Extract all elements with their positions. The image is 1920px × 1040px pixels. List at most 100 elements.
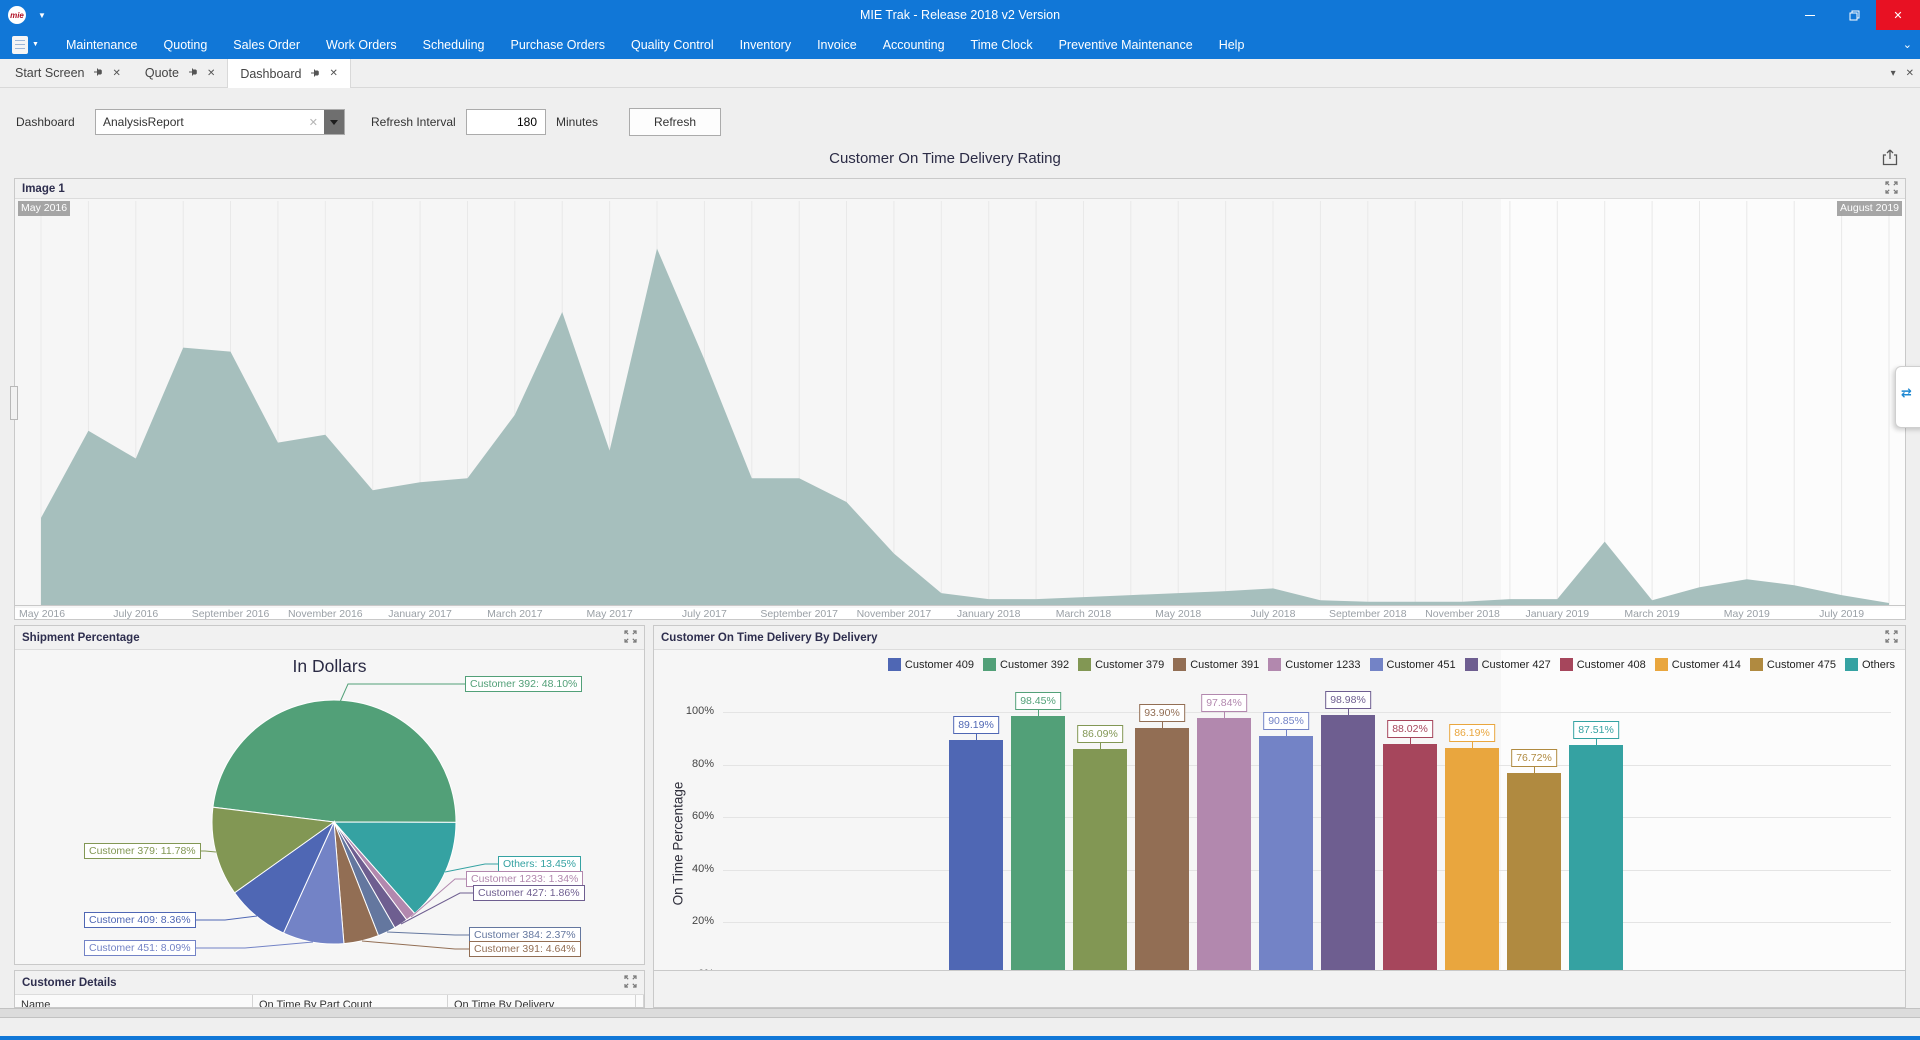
- bar-value-label: 88.02%: [1387, 720, 1433, 738]
- combobox-dropdown-button[interactable]: [324, 110, 344, 134]
- refresh-interval-input[interactable]: [466, 109, 546, 135]
- close-button[interactable]: ✕: [1876, 0, 1920, 30]
- bar-label-leader: [1410, 738, 1411, 744]
- bar-label-leader: [1162, 722, 1163, 728]
- bar-customer-427[interactable]: [1321, 715, 1375, 975]
- dashboard-combobox[interactable]: AnalysisReport ✕: [95, 109, 345, 135]
- restore-button[interactable]: [1832, 0, 1876, 30]
- legend-swatch: [1268, 658, 1281, 671]
- menubar-collapse-icon[interactable]: ⌄: [1903, 38, 1912, 51]
- bar-customer-391[interactable]: [1135, 728, 1189, 975]
- maximize-panel-icon[interactable]: [1885, 181, 1898, 197]
- tab-list-dropdown-icon[interactable]: ▾: [1891, 68, 1896, 79]
- legend-item-customer-379[interactable]: Customer 379: [1078, 658, 1164, 671]
- menu-item-help[interactable]: Help: [1206, 30, 1258, 59]
- close-icon: ✕: [1893, 9, 1902, 22]
- bar-customer-1233[interactable]: [1197, 718, 1251, 975]
- pin-icon[interactable]: [188, 66, 198, 80]
- legend-label: Customer 409: [905, 659, 974, 671]
- tab-close-icon[interactable]: ✕: [207, 68, 215, 79]
- legend-item-customer-414[interactable]: Customer 414: [1655, 658, 1741, 671]
- application-menu-icon[interactable]: [12, 36, 28, 54]
- bar-label-leader: [1534, 767, 1535, 773]
- legend-item-customer-391[interactable]: Customer 391: [1173, 658, 1259, 671]
- flyout-panel-handle[interactable]: ⇄: [1895, 366, 1920, 428]
- bar-y-axis-title: On Time Percentage: [671, 744, 688, 944]
- menu-item-sales-order[interactable]: Sales Order: [220, 30, 313, 59]
- export-icon[interactable]: [1880, 148, 1900, 173]
- bar-y-tick: 40%: [662, 863, 714, 875]
- legend-item-customer-451[interactable]: Customer 451: [1370, 658, 1456, 671]
- bar-value-label: 97.84%: [1201, 694, 1247, 712]
- combobox-clear-icon[interactable]: ✕: [309, 116, 318, 129]
- menu-item-accounting[interactable]: Accounting: [870, 30, 958, 59]
- legend-item-customer-1233[interactable]: Customer 1233: [1268, 658, 1360, 671]
- legend-item-customer-427[interactable]: Customer 427: [1465, 658, 1551, 671]
- bar-customer-414[interactable]: [1445, 748, 1499, 975]
- bar-customer-408[interactable]: [1383, 744, 1437, 976]
- bar-value-label: 86.09%: [1077, 725, 1123, 743]
- bar-customer-475[interactable]: [1507, 773, 1561, 975]
- bar-customer-392[interactable]: [1011, 716, 1065, 975]
- menu-item-inventory[interactable]: Inventory: [727, 30, 804, 59]
- area-axis-tick: May 2019: [1702, 608, 1792, 620]
- menu-item-quoting[interactable]: Quoting: [151, 30, 221, 59]
- refresh-button[interactable]: Refresh: [629, 108, 721, 136]
- left-splitter-handle[interactable]: [10, 386, 18, 420]
- legend-item-customer-408[interactable]: Customer 408: [1560, 658, 1646, 671]
- tab-close-icon[interactable]: ✕: [112, 68, 120, 79]
- pin-icon[interactable]: [93, 66, 103, 80]
- menu-item-preventive-maintenance[interactable]: Preventive Maintenance: [1046, 30, 1206, 59]
- tab-close-all-icon[interactable]: ✕: [1906, 68, 1914, 79]
- menu-item-time-clock[interactable]: Time Clock: [958, 30, 1046, 59]
- pie-slice-customer-392[interactable]: [213, 700, 456, 822]
- menu-item-work-orders[interactable]: Work Orders: [313, 30, 410, 59]
- menu-item-invoice[interactable]: Invoice: [804, 30, 870, 59]
- legend-item-customer-392[interactable]: Customer 392: [983, 658, 1069, 671]
- bar-customer-409[interactable]: [949, 740, 1003, 975]
- tab-start-screen[interactable]: Start Screen✕: [3, 59, 133, 87]
- details-column-header[interactable]: On Time By Part Count: [253, 995, 448, 1008]
- tab-dashboard[interactable]: Dashboard✕: [227, 59, 351, 88]
- bar-value-label: 98.98%: [1325, 691, 1371, 709]
- image1-panel-header: Image 1: [15, 179, 1905, 199]
- bar-value-label: 98.45%: [1015, 692, 1061, 710]
- minimize-button[interactable]: [1788, 0, 1832, 30]
- area-axis-tick: January 2019: [1512, 608, 1602, 620]
- area-axis-tick: May 2017: [565, 608, 655, 620]
- bar-chart[interactable]: Customer 409 Customer 392 Customer 379 Cust…: [654, 650, 1905, 994]
- bar-others[interactable]: [1569, 745, 1623, 975]
- maximize-panel-icon[interactable]: [624, 630, 637, 646]
- menu-item-scheduling[interactable]: Scheduling: [410, 30, 498, 59]
- area-x-axis-labels: May 2016July 2016September 2016November …: [15, 608, 1905, 620]
- legend-item-customer-475[interactable]: Customer 475: [1750, 658, 1836, 671]
- pin-icon[interactable]: [310, 67, 320, 81]
- pie-chart[interactable]: In Dollars Customer 392: 48.10%Others: 1…: [15, 650, 644, 964]
- delivery-panel-header: Customer On Time Delivery By Delivery: [654, 626, 1905, 650]
- dashboard-label: Dashboard: [16, 115, 75, 129]
- menu-item-purchase-orders[interactable]: Purchase Orders: [497, 30, 617, 59]
- menu-item-quality-control[interactable]: Quality Control: [618, 30, 727, 59]
- details-column-header[interactable]: Name: [15, 995, 253, 1008]
- bar-customer-451[interactable]: [1259, 736, 1313, 975]
- pin-icon: [310, 68, 320, 78]
- customer-details-panel: Customer Details NameOn Time By Part Cou…: [14, 970, 645, 1008]
- details-column-header[interactable]: On Time By Delivery: [448, 995, 636, 1008]
- legend-swatch: [1370, 658, 1383, 671]
- tab-close-icon[interactable]: ✕: [329, 68, 337, 79]
- details-scrollbar-sliver[interactable]: [636, 995, 644, 1008]
- menu-items: MaintenanceQuotingSales OrderWork Orders…: [53, 30, 1257, 59]
- maximize-panel-icon[interactable]: [1885, 630, 1898, 646]
- area-axis-tick: July 2016: [91, 608, 181, 620]
- tab-quote[interactable]: Quote✕: [133, 59, 227, 87]
- menu-item-maintenance[interactable]: Maintenance: [53, 30, 151, 59]
- horizontal-scrollbar[interactable]: [0, 1008, 1920, 1018]
- refresh-interval-label: Refresh Interval: [371, 115, 456, 129]
- maximize-panel-icon[interactable]: [624, 975, 637, 991]
- legend-item-others[interactable]: Others: [1845, 658, 1895, 671]
- area-chart[interactable]: [15, 199, 1905, 613]
- bar-customer-379[interactable]: [1073, 749, 1127, 975]
- range-start-chip: May 2016: [18, 201, 70, 216]
- bar-label-leader: [1038, 710, 1039, 716]
- legend-item-customer-409[interactable]: Customer 409: [888, 658, 974, 671]
